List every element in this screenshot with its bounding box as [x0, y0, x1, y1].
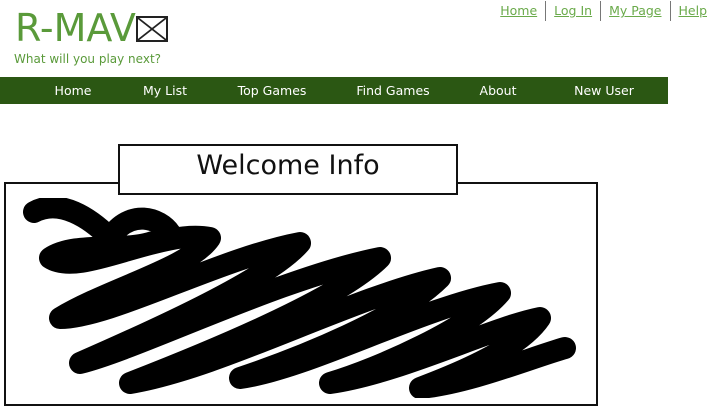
main-nav: Home My List Top Games Find Games About …	[0, 77, 668, 104]
site-logo[interactable]: R-MAV	[15, 6, 168, 50]
panel-title: Welcome Info	[118, 144, 458, 195]
nav-item-new-user[interactable]: New User	[574, 77, 634, 104]
top-link-home[interactable]: Home	[492, 1, 545, 21]
nav-item-top-games[interactable]: Top Games	[238, 77, 307, 104]
nav-item-about[interactable]: About	[480, 77, 517, 104]
image-placeholder-icon	[135, 16, 168, 42]
tagline: What will you play next?	[14, 52, 162, 66]
nav-item-find-games[interactable]: Find Games	[356, 77, 429, 104]
top-link-login[interactable]: Log In	[546, 1, 600, 21]
top-links: Home Log In My Page Help	[492, 1, 707, 21]
text-placeholder-scribble	[23, 198, 576, 398]
nav-item-my-list[interactable]: My List	[143, 77, 187, 104]
logo-text: R-MAV	[15, 6, 136, 50]
top-link-my-page[interactable]: My Page	[601, 1, 669, 21]
nav-item-home[interactable]: Home	[55, 77, 92, 104]
top-link-help[interactable]: Help	[671, 1, 707, 21]
